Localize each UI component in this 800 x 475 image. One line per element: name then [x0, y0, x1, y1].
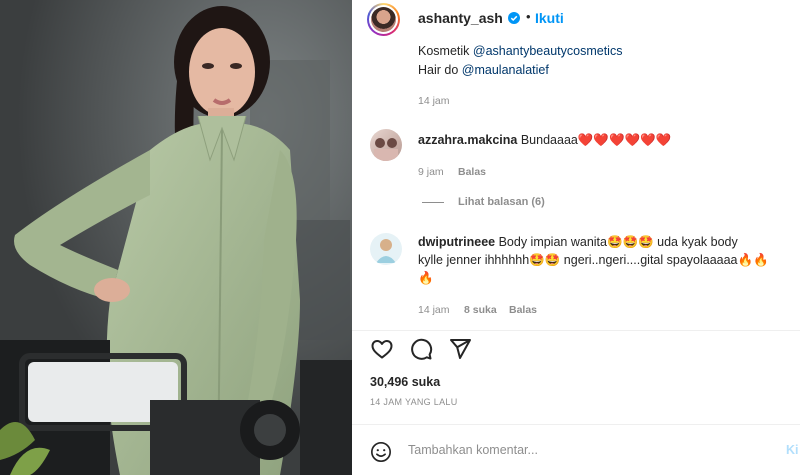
- likes-count[interactable]: 30,496 suka: [370, 375, 440, 389]
- caption-text: Hair do: [418, 63, 462, 77]
- verified-badge-icon: [508, 12, 520, 24]
- comment-time: 9 jam: [418, 166, 444, 178]
- comment-text-line1: Body impian wanita🤩🤩🤩 uda kyak body: [498, 235, 738, 249]
- comment-input[interactable]: [408, 439, 768, 461]
- follow-button[interactable]: Ikuti: [535, 10, 564, 26]
- replies-divider: [422, 201, 444, 203]
- share-send-icon[interactable]: [448, 337, 472, 361]
- comment-body: azzahra.makcina Bundaaaa❤️❤️❤️❤️❤️❤️: [418, 131, 788, 149]
- post-comment-button[interactable]: Ki: [786, 443, 799, 457]
- photo-illustration: [0, 0, 352, 475]
- author-username[interactable]: ashanty_ash: [418, 10, 503, 26]
- comment-text: Bundaaaa❤️❤️❤️❤️❤️❤️: [520, 133, 672, 147]
- comment-time: 14 jam: [418, 304, 450, 316]
- view-replies-label: Lihat balasan (6): [458, 196, 545, 208]
- caption-line-hair: Hair do @maulanalatief: [418, 63, 549, 77]
- avatar-image-icon: [376, 239, 396, 263]
- commenter-avatar[interactable]: [370, 233, 402, 265]
- comment-likes[interactable]: 8 suka: [464, 304, 497, 316]
- post-header: ashanty_ash • Ikuti: [352, 0, 800, 38]
- post-photo[interactable]: [0, 0, 352, 475]
- add-comment-bar: Ki: [352, 424, 800, 475]
- comment-body: dwiputrineee Body impian wanita🤩🤩🤩 uda k…: [418, 233, 788, 287]
- comment-text-line3: 🔥: [418, 271, 434, 285]
- caption-timestamp: 14 jam: [418, 95, 450, 107]
- view-replies-button[interactable]: Lihat balasan (6): [422, 196, 545, 208]
- avatar-image-icon: [374, 138, 398, 161]
- post-details-panel: ashanty_ash • Ikuti Kosmetik @ashantybea…: [352, 0, 800, 475]
- comment-username[interactable]: azzahra.makcina: [418, 133, 517, 147]
- comment-username[interactable]: dwiputrineee: [418, 235, 495, 249]
- commenter-avatar[interactable]: [370, 129, 402, 161]
- caption-line-cosmetics: Kosmetik @ashantybeautycosmetics: [418, 44, 622, 58]
- reply-button[interactable]: Balas: [458, 166, 486, 178]
- comment-text-line2: kylle jenner ihhhhhh🤩🤩 ngeri..ngeri....g…: [418, 253, 769, 267]
- comments-scroll-area[interactable]: Kosmetik @ashantybeautycosmetics Hair do…: [352, 38, 800, 328]
- caption-text: Kosmetik: [418, 44, 473, 58]
- like-heart-icon[interactable]: [370, 337, 394, 361]
- mention-link[interactable]: @ashantybeautycosmetics: [473, 44, 623, 58]
- post-actions: [352, 330, 800, 362]
- emoji-smiley-icon[interactable]: [370, 441, 392, 463]
- comment-bubble-icon[interactable]: [409, 337, 433, 361]
- reply-button[interactable]: Balas: [509, 304, 537, 316]
- mention-link[interactable]: @maulanalatief: [462, 63, 549, 77]
- post-timestamp: 14 JAM YANG LALU: [370, 397, 458, 407]
- author-avatar[interactable]: [367, 3, 400, 36]
- header-separator: •: [526, 9, 531, 24]
